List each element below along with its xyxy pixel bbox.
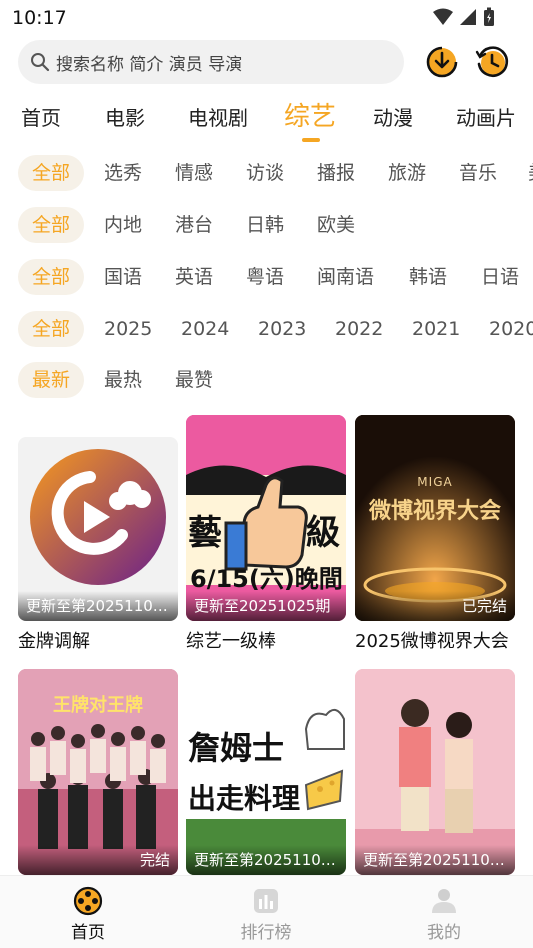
tab-movie[interactable]: 电影 bbox=[105, 102, 145, 131]
poster-text: 藝 bbox=[188, 513, 222, 553]
content-card[interactable]: 更新至第2025110… bbox=[355, 669, 515, 875]
search-input[interactable]: 搜索名称 简介 演员 导演 bbox=[18, 40, 404, 84]
filter-chip[interactable]: 闽南语 bbox=[317, 259, 374, 295]
filter-chip-active[interactable]: 全部 bbox=[18, 311, 85, 347]
history-icon bbox=[475, 46, 509, 77]
filter-chip-active[interactable]: 最新 bbox=[18, 362, 85, 398]
filter-row-language: 全部 国语 英语 粤语 闽南语 韩语 日语 bbox=[0, 259, 533, 299]
battery-icon bbox=[484, 7, 494, 26]
search-placeholder: 搜索名称 简介 演员 导演 bbox=[56, 54, 243, 75]
episode-badge: 更新至第2025110… bbox=[18, 591, 178, 621]
bottom-nav: 首页 排行榜 我的 bbox=[0, 875, 533, 948]
filter-chip[interactable]: 最热 bbox=[104, 362, 142, 398]
episode-badge: 更新至第2025110… bbox=[355, 845, 515, 875]
filter-chip[interactable]: 访谈 bbox=[246, 155, 284, 191]
filter-chip[interactable]: 美 bbox=[528, 155, 533, 191]
poster-date-text: 6/15(六)晚間 bbox=[190, 565, 343, 593]
tab-cartoon[interactable]: 动画片 bbox=[456, 102, 516, 131]
poster-text: 王牌对王牌 bbox=[53, 695, 143, 716]
card-title: 2025微博视界大会 bbox=[355, 631, 509, 652]
filter-chip[interactable]: 欧美 bbox=[317, 207, 355, 243]
filter-chip[interactable]: 日韩 bbox=[246, 207, 284, 243]
active-tab-indicator bbox=[302, 138, 320, 142]
filter-chip[interactable]: 日语 bbox=[481, 259, 519, 295]
tab-anime[interactable]: 动漫 bbox=[373, 102, 413, 131]
content-card[interactable]: 更新至第2025110… 金牌调解 bbox=[18, 437, 178, 653]
poster-subtext: 出走料理 bbox=[188, 782, 301, 815]
filter-chip[interactable]: 2022 bbox=[335, 311, 383, 347]
poster-image: 更新至第2025110… bbox=[355, 669, 515, 875]
card-title: 金牌调解 bbox=[18, 631, 90, 652]
filter-row-year: 全部 2025 2024 2023 2022 2021 2020 bbox=[0, 311, 533, 351]
filter-chip-active[interactable]: 全部 bbox=[18, 207, 85, 243]
search-icon bbox=[31, 53, 50, 72]
filter-chip[interactable]: 港台 bbox=[175, 207, 213, 243]
signal-icon bbox=[460, 9, 476, 25]
filter-chip[interactable]: 选秀 bbox=[104, 155, 142, 191]
nav-label: 排行榜 bbox=[240, 923, 292, 943]
poster-image: 藝 級 6/15(六)晚間 更新至20251025期 bbox=[186, 415, 346, 621]
filter-chip[interactable]: 韩语 bbox=[409, 259, 447, 295]
filter-chip[interactable]: 旅游 bbox=[388, 155, 426, 191]
download-icon bbox=[426, 46, 458, 78]
filter-row-type: 全部 选秀 情感 访谈 播报 旅游 音乐 美 bbox=[0, 155, 533, 195]
filter-row-region: 全部 内地 港台 日韩 欧美 bbox=[0, 207, 533, 247]
content-card[interactable]: 詹姆士 出走料理 更新至第2025110… bbox=[186, 669, 346, 875]
content-card[interactable]: 王牌对王牌 完结 bbox=[18, 669, 178, 875]
filter-chip[interactable]: 国语 bbox=[104, 259, 142, 295]
wifi-icon bbox=[433, 8, 453, 25]
episode-badge: 完结 bbox=[18, 845, 178, 875]
nav-home[interactable]: 首页 bbox=[28, 886, 148, 943]
poster-text: 詹姆士 bbox=[188, 729, 285, 767]
nav-ranking[interactable]: 排行榜 bbox=[206, 886, 326, 943]
filter-chip[interactable]: 粤语 bbox=[246, 259, 284, 295]
filter-chip[interactable]: 2020 bbox=[489, 311, 533, 347]
history-button[interactable] bbox=[474, 44, 510, 80]
content-card[interactable]: MIGA 微博视界大会 已完结 2025微博视界大会 bbox=[355, 415, 515, 653]
filter-chip[interactable]: 音乐 bbox=[459, 155, 497, 191]
tab-variety[interactable]: 综艺 bbox=[284, 96, 336, 133]
tab-tv-series[interactable]: 电视剧 bbox=[188, 102, 248, 131]
tab-home[interactable]: 首页 bbox=[21, 102, 61, 131]
poster-image: MIGA 微博视界大会 已完结 bbox=[355, 415, 515, 621]
user-icon bbox=[432, 889, 456, 913]
filter-chip[interactable]: 2025 bbox=[104, 311, 152, 347]
filter-chip[interactable]: 2024 bbox=[181, 311, 229, 347]
filter-chip[interactable]: 英语 bbox=[175, 259, 213, 295]
poster-text: 微博视界大会 bbox=[368, 499, 501, 524]
status-time: 10:17 bbox=[12, 7, 67, 29]
filter-chip[interactable]: 内地 bbox=[104, 207, 142, 243]
poster-brand: MIGA bbox=[417, 475, 453, 489]
nav-label: 我的 bbox=[427, 923, 461, 943]
content-card[interactable]: 藝 級 6/15(六)晚間 更新至20251025期 综艺一级棒 bbox=[186, 415, 346, 653]
nav-label: 首页 bbox=[71, 923, 105, 943]
filter-row-sort: 最新 最热 最赞 bbox=[0, 362, 533, 402]
filter-chip-active[interactable]: 全部 bbox=[18, 155, 85, 191]
category-tabs: 首页 电影 电视剧 综艺 动漫 动画片 bbox=[0, 96, 533, 148]
poster-image: 王牌对王牌 完结 bbox=[18, 669, 178, 875]
nav-profile[interactable]: 我的 bbox=[384, 886, 504, 943]
card-title: 综艺一级棒 bbox=[186, 631, 276, 652]
filter-chip[interactable]: 2023 bbox=[258, 311, 306, 347]
filter-chip[interactable]: 2021 bbox=[412, 311, 460, 347]
episode-badge: 更新至第2025110… bbox=[186, 845, 346, 875]
episode-badge: 已完结 bbox=[355, 591, 515, 621]
filter-chip[interactable]: 播报 bbox=[317, 155, 355, 191]
filter-chip-active[interactable]: 全部 bbox=[18, 259, 85, 295]
poster-text: 級 bbox=[306, 513, 340, 553]
poster-image: 詹姆士 出走料理 更新至第2025110… bbox=[186, 669, 346, 875]
filter-chip[interactable]: 情感 bbox=[175, 155, 213, 191]
status-bar: 10:17 bbox=[0, 0, 533, 36]
home-film-icon bbox=[73, 886, 103, 916]
poster-image: 更新至第2025110… bbox=[18, 437, 178, 621]
download-button[interactable] bbox=[424, 44, 460, 80]
filter-chip[interactable]: 最赞 bbox=[175, 362, 213, 398]
chart-icon bbox=[254, 889, 278, 913]
episode-badge: 更新至20251025期 bbox=[186, 591, 346, 621]
search-row: 搜索名称 简介 演员 导演 bbox=[0, 40, 533, 86]
